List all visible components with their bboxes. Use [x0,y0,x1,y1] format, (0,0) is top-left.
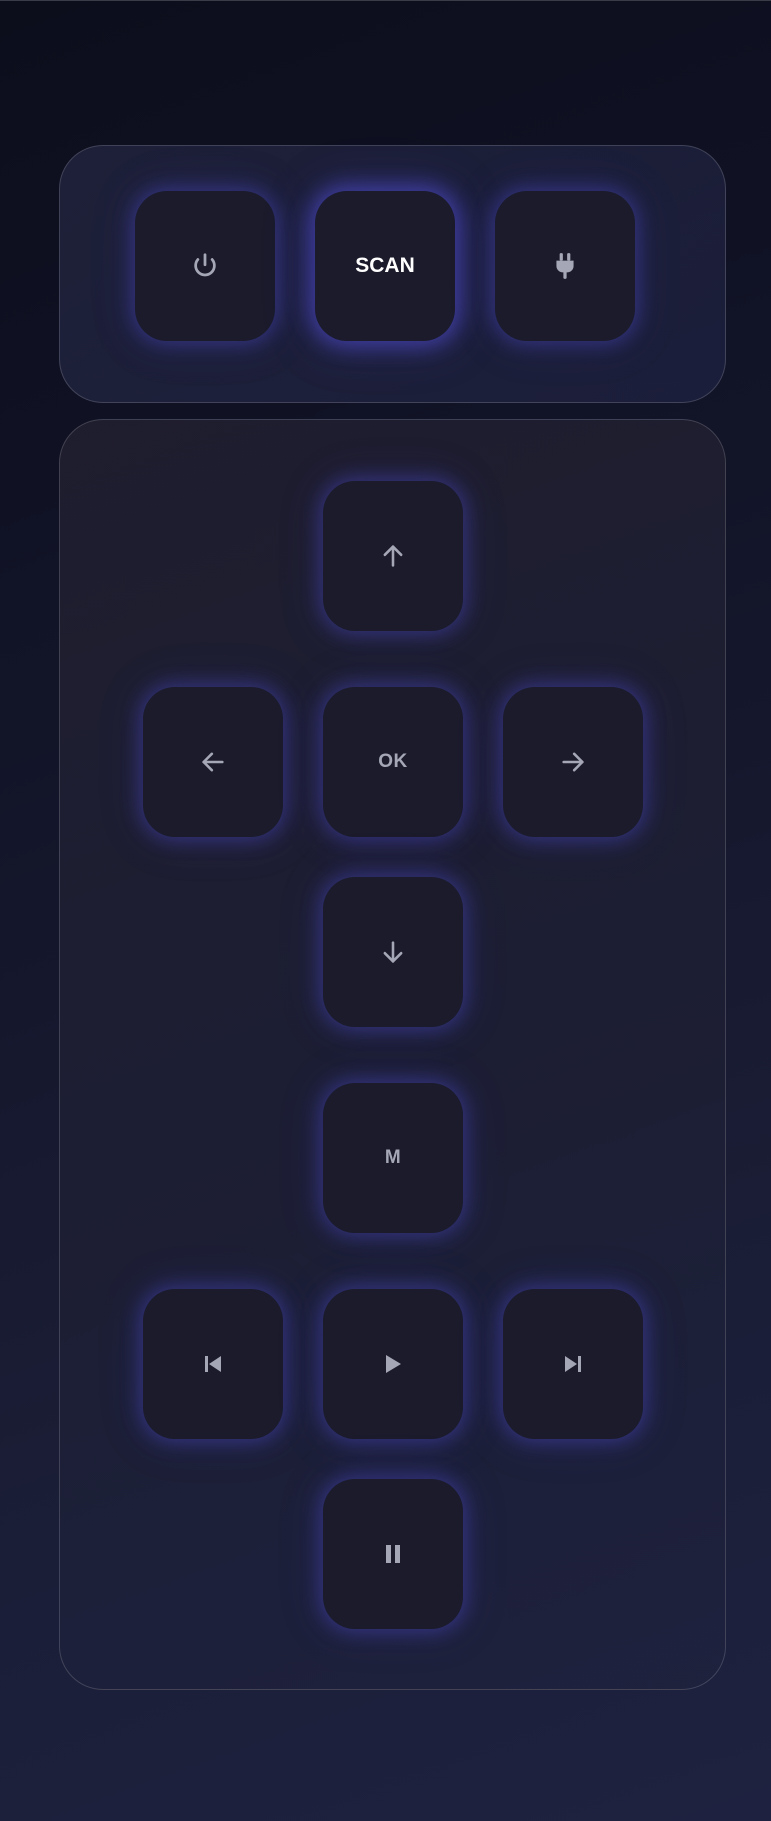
menu-button[interactable]: M [323,1083,463,1233]
pause-icon [381,1542,405,1566]
skip-next-icon [561,1352,585,1376]
plug-icon [552,251,578,281]
power-icon [190,251,220,281]
right-button[interactable] [503,687,643,837]
scan-button[interactable]: SCAN [315,191,455,341]
arrow-down-icon [379,938,407,966]
up-button[interactable] [323,481,463,631]
pause-button[interactable] [323,1479,463,1629]
left-button[interactable] [143,687,283,837]
menu-label: M [384,1147,402,1168]
down-button[interactable] [323,877,463,1027]
arrow-right-icon [559,748,587,776]
top-control-panel: SCAN [59,145,726,403]
skip-previous-icon [201,1352,225,1376]
arrow-up-icon [379,542,407,570]
arrow-left-icon [199,748,227,776]
previous-button[interactable] [143,1289,283,1439]
play-button[interactable] [323,1289,463,1439]
power-button[interactable] [135,191,275,341]
remote-main-panel: OK M [59,419,726,1690]
scan-label: SCAN [355,254,415,277]
ok-label: OK [378,751,408,772]
play-icon [381,1352,405,1376]
next-button[interactable] [503,1289,643,1439]
plug-button[interactable] [495,191,635,341]
ok-button[interactable]: OK [323,687,463,837]
